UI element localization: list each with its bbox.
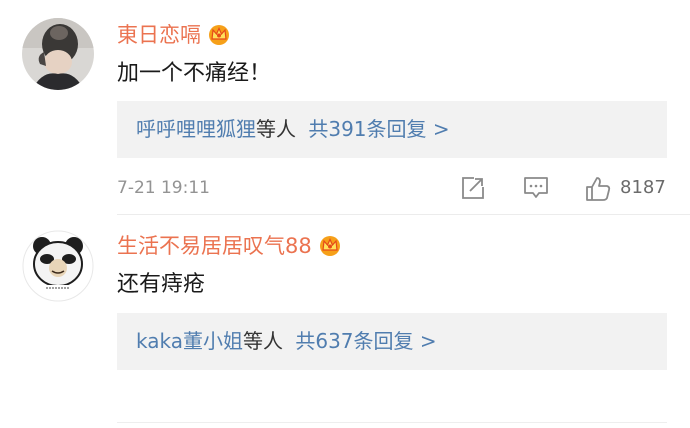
comment-meta: 7-21 19:11 8187 [117,174,667,204]
username[interactable]: 生活不易居居叹气88 [117,233,342,262]
reply-summary[interactable]: 呼呼哩哩狐狸等人 共391条回复 > [117,101,667,158]
like-count: 8187 [620,177,666,198]
share-icon[interactable] [460,175,486,205]
reply-etc-label: 等人 [242,329,283,353]
comment-item: 生活不易居居叹气88 还有痔疮 kaka董小姐等人 共637条回复 > [0,215,690,428]
username-text[interactable]: 生活不易居居叹气88 [117,234,312,258]
comment-text: 加一个不痛经！ [117,61,272,86]
timestamp: 7-21 19:11 [117,178,210,198]
reply-etc-label: 等人 [256,117,296,141]
vip-crown-icon [318,234,342,262]
comment-text: 还有痔疮 [117,272,206,297]
comment-divider [117,422,667,423]
reply-summary[interactable]: kaka董小姐等人 共637条回复 > [117,313,667,370]
reply-users-link[interactable]: kaka董小姐 [136,329,243,353]
vip-crown-icon [207,23,231,51]
like-icon[interactable] [584,175,612,207]
comment-icon[interactable] [522,175,550,205]
reply-total-link[interactable]: 共391条回复 > [308,117,449,141]
avatar[interactable] [22,18,94,90]
reply-total-link[interactable]: 共637条回复 > [295,329,436,353]
reply-users-link[interactable]: 呼呼哩哩狐狸 [136,117,256,141]
comment-item: 東日恋嗝 加一个不痛经！ 呼呼哩哩狐狸等人 共391条回复 > 7-21 19:… [0,0,690,214]
username-text[interactable]: 東日恋嗝 [117,23,201,47]
avatar[interactable] [22,230,94,302]
username[interactable]: 東日恋嗝 [117,22,231,51]
